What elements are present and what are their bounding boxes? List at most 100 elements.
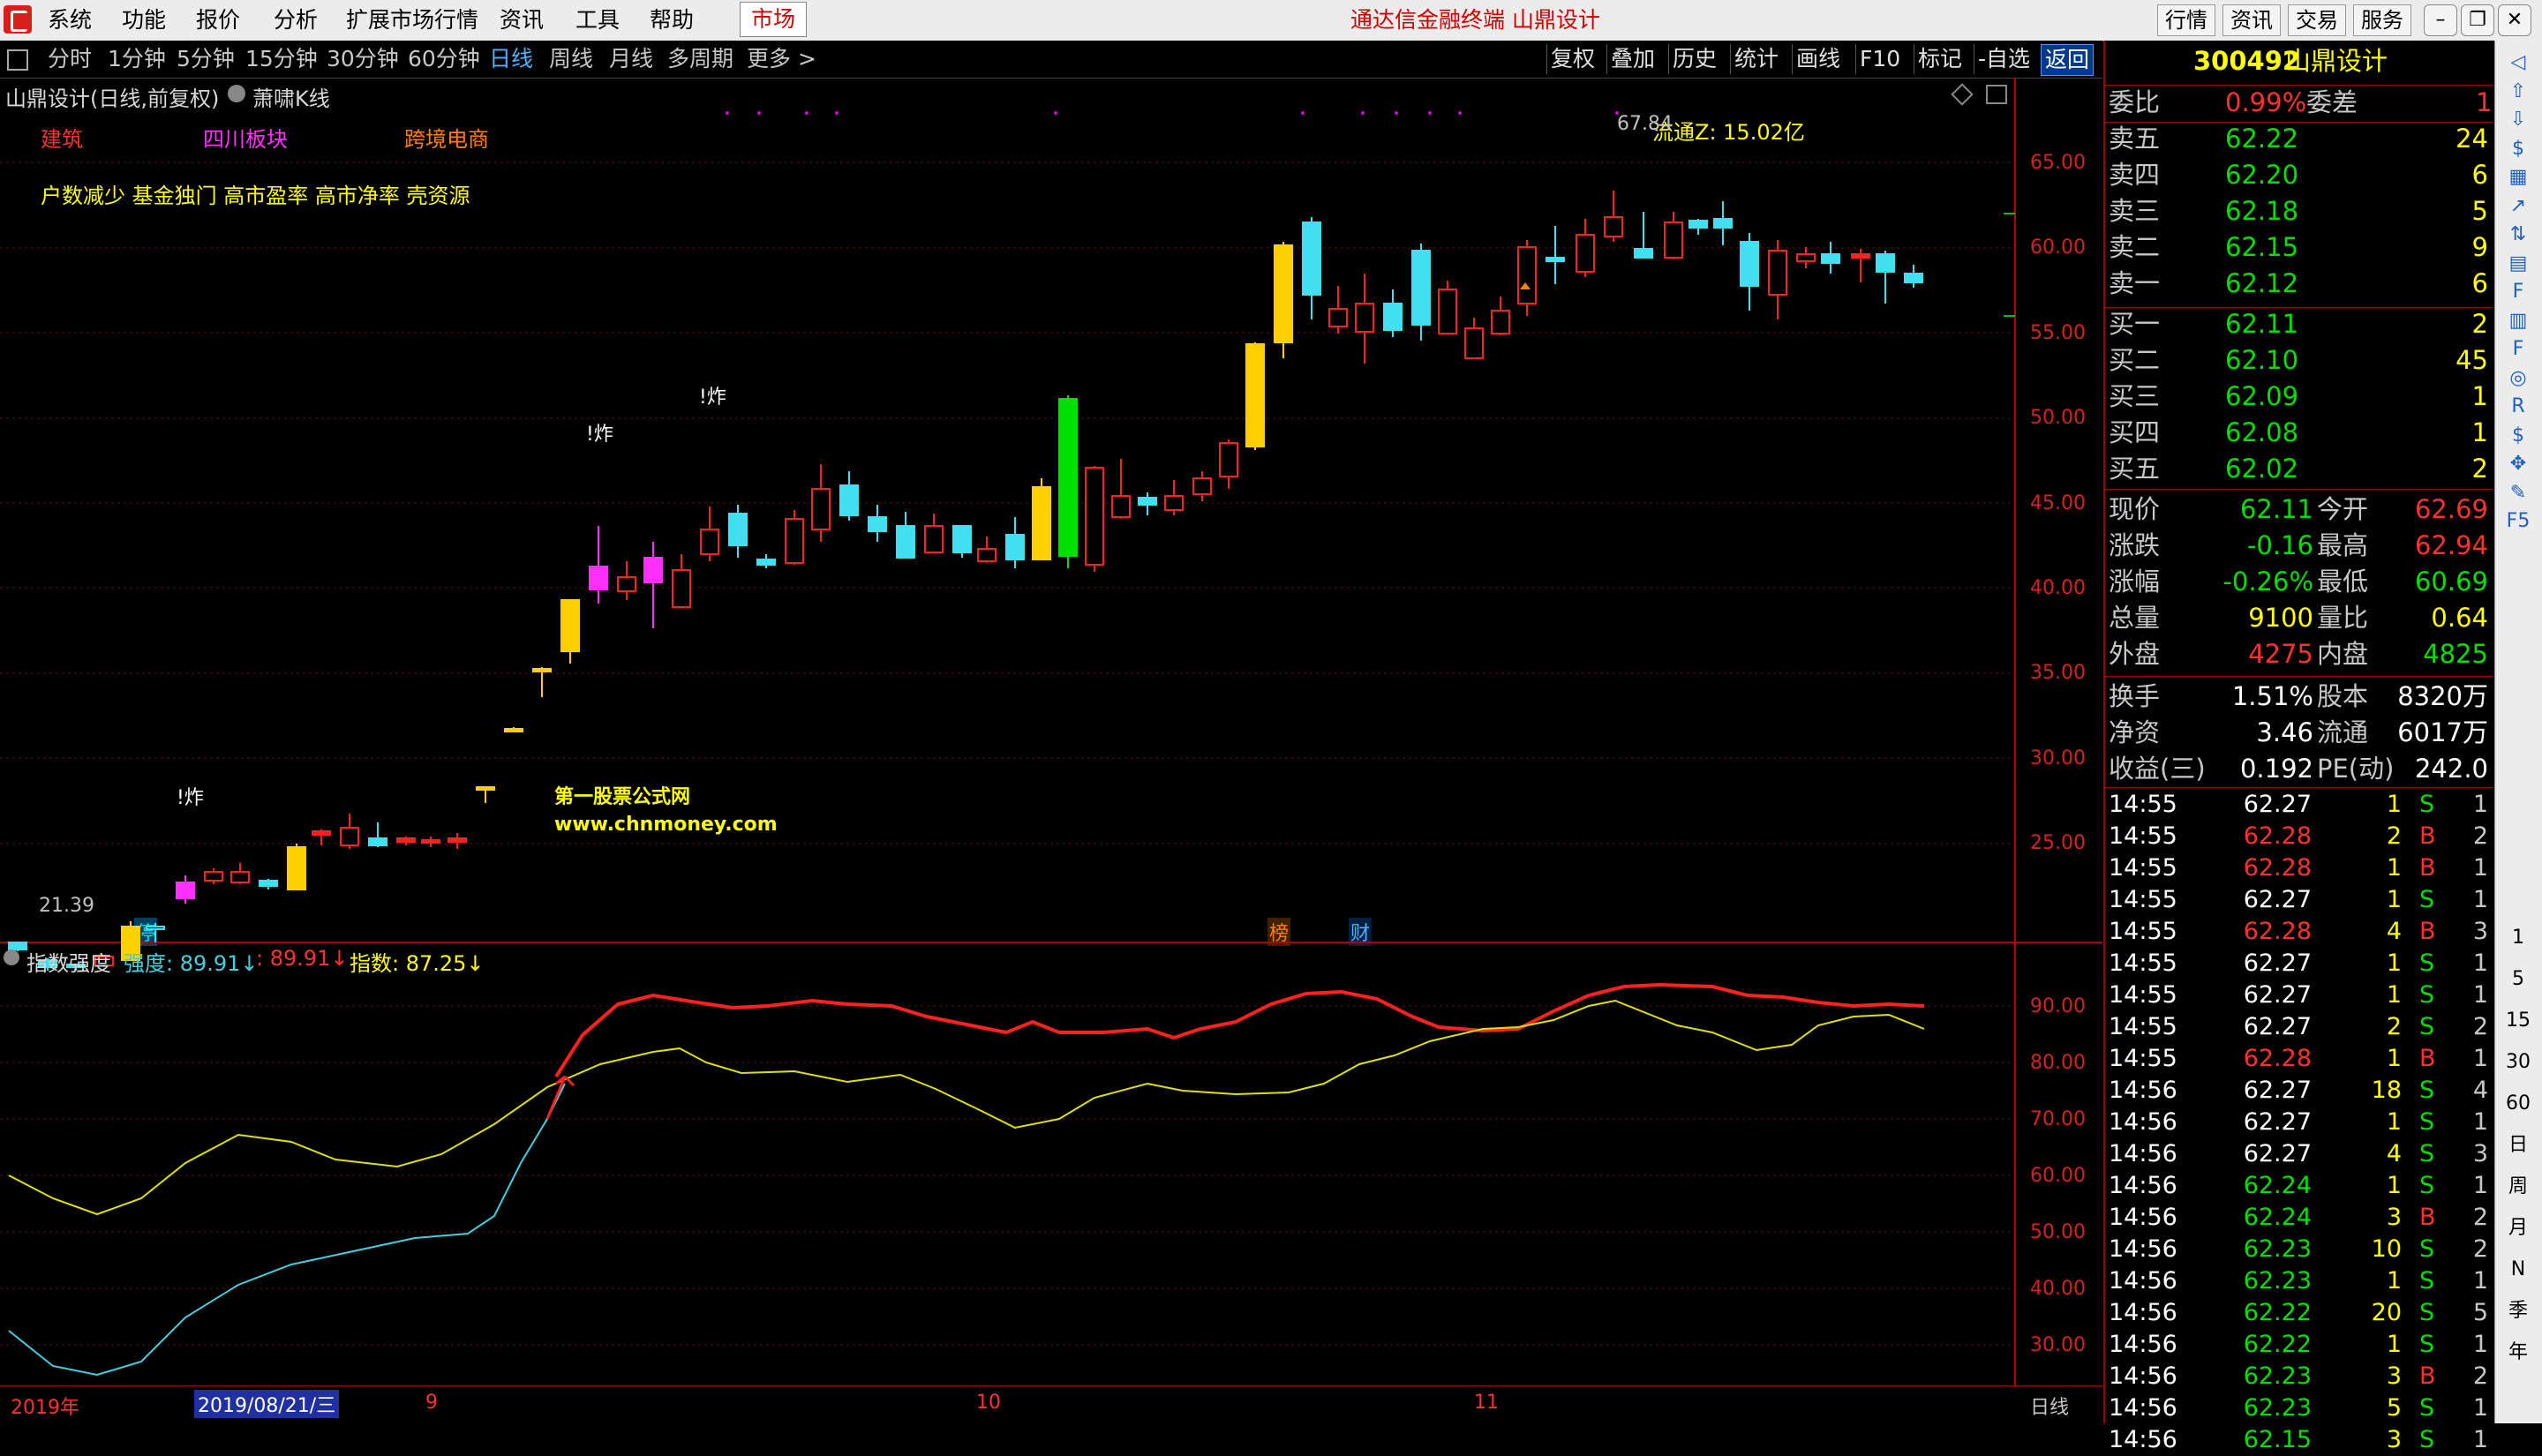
tick-row[interactable]: 14:56 62.23 3 B 2 (2105, 1361, 2493, 1392)
tool-fanhui[interactable]: 返回 (2041, 44, 2095, 76)
tick-row[interactable]: 14:56 62.23 5 S 1 (2105, 1392, 2493, 1424)
candle-body[interactable] (1328, 308, 1348, 327)
candle-body[interactable] (1032, 486, 1051, 560)
tool-zixuan[interactable]: -自选 (1974, 44, 2034, 74)
tick-row[interactable]: 14:55 62.27 1 S 1 (2105, 948, 2493, 979)
candle-body[interactable] (532, 668, 552, 672)
candle-body[interactable] (1491, 310, 1510, 334)
tool-biaoji[interactable]: 标记 (1914, 44, 1966, 74)
f10-icon[interactable]: F (2502, 277, 2534, 307)
tick-row[interactable]: 14:55 62.27 1 S 1 (2105, 789, 2493, 821)
candle-body[interactable] (1634, 248, 1653, 259)
tick-row[interactable]: 14:56 62.27 4 S 3 (2105, 1138, 2493, 1170)
indicator-menu-icon[interactable] (4, 949, 19, 965)
candle-body[interactable] (1192, 477, 1212, 495)
candle-body[interactable] (1740, 241, 1759, 287)
sell-level[interactable]: 卖三 62.18 5 (2105, 194, 2493, 228)
rsi-icon[interactable]: R (2502, 392, 2534, 422)
candle-body[interactable] (204, 871, 223, 882)
candle-body[interactable] (617, 576, 636, 592)
minimize-icon[interactable]: – (2424, 4, 2457, 36)
candle-body[interactable] (756, 559, 776, 566)
candle-body[interactable] (447, 837, 467, 843)
candle-body[interactable] (1688, 220, 1708, 229)
close-icon[interactable]: ✕ (2498, 4, 2531, 36)
menu-quote[interactable]: 报价 (196, 4, 240, 37)
restore-icon[interactable]: ❐ (2461, 4, 2494, 36)
menu-function[interactable]: 功能 (122, 4, 166, 37)
period-shortcut[interactable]: N (2502, 1255, 2534, 1285)
candle-body[interactable] (230, 871, 250, 883)
candle-body[interactable] (1517, 246, 1537, 304)
candle-body[interactable] (1005, 534, 1025, 560)
period-1min[interactable]: 1分钟 (108, 44, 166, 74)
candle-body[interactable] (896, 525, 915, 559)
candle-body[interactable] (1438, 289, 1457, 334)
panel-toggle-icon[interactable] (7, 49, 28, 71)
candle-body[interactable] (1821, 253, 1840, 264)
fig-icon[interactable]: F (2502, 334, 2534, 364)
period-daily[interactable]: 日线 (489, 44, 533, 74)
money-icon[interactable]: $ (2502, 421, 2534, 451)
tool-f10[interactable]: F10 (1855, 44, 1904, 74)
sell-level[interactable]: 卖一 62.12 6 (2105, 266, 2493, 300)
period-shortcut[interactable]: 15 (2502, 1006, 2534, 1036)
tick-row[interactable]: 14:56 62.24 1 S 1 (2105, 1170, 2493, 1202)
candle-body[interactable] (924, 525, 944, 553)
candle-body[interactable] (1383, 303, 1403, 331)
circle-icon[interactable]: ◎ (2502, 364, 2534, 394)
candle-body[interactable] (1876, 253, 1895, 273)
candle-body[interactable] (1138, 497, 1157, 506)
list-icon[interactable]: ▤ (2502, 249, 2534, 279)
menu-ext-market[interactable]: 扩展市场行情 (346, 4, 478, 37)
move-icon[interactable]: ✥ (2502, 449, 2534, 479)
candle-body[interactable] (368, 837, 387, 846)
candle-body[interactable] (1245, 343, 1265, 447)
period-shortcut[interactable]: 60 (2502, 1089, 2534, 1119)
tick-row[interactable]: 14:56 62.15 3 S 1 (2105, 1424, 2493, 1456)
candle-body[interactable] (868, 516, 887, 532)
tool-tongji[interactable]: 统计 (1730, 44, 1782, 74)
tick-row[interactable]: 14:55 62.28 1 B 1 (2105, 1043, 2493, 1075)
period-60min[interactable]: 60分钟 (408, 44, 480, 74)
period-shortcut[interactable]: 年 (2502, 1338, 2534, 1368)
grid-icon[interactable]: ▦ (2502, 162, 2534, 192)
candle-body[interactable] (1464, 327, 1484, 359)
period-5min[interactable]: 5分钟 (177, 44, 235, 74)
menu-market[interactable]: 市场 (740, 2, 808, 37)
candle-body[interactable] (340, 827, 359, 846)
period-more[interactable]: 更多 > (747, 44, 816, 74)
candle-body[interactable] (312, 830, 331, 836)
candle-body[interactable] (146, 926, 165, 930)
tool-fuquan[interactable]: 复权 (1546, 44, 1598, 74)
tick-row[interactable]: 14:56 62.22 20 S 5 (2105, 1297, 2493, 1329)
f10-doc-icon[interactable]: ▥ (2502, 306, 2534, 336)
candle-body[interactable] (589, 566, 608, 590)
candle-body[interactable] (259, 880, 278, 887)
btn-jiaoyi[interactable]: 交易 (2288, 4, 2346, 36)
tick-row[interactable]: 14:55 62.28 4 B 3 (2105, 916, 2493, 948)
sell-level[interactable]: 卖二 62.15 9 (2105, 230, 2493, 264)
menu-analysis[interactable]: 分析 (274, 4, 318, 37)
candle-body[interactable] (176, 882, 195, 899)
buy-level[interactable]: 买五 62.02 2 (2105, 452, 2493, 485)
candle-body[interactable] (1111, 495, 1131, 518)
tick-row[interactable]: 14:55 62.27 1 S 1 (2105, 884, 2493, 916)
period-weekly[interactable]: 周线 (549, 44, 593, 74)
tick-row[interactable]: 14:56 62.22 1 S 1 (2105, 1329, 2493, 1361)
candle-body[interactable] (1604, 216, 1623, 237)
candle-body[interactable] (1274, 244, 1293, 343)
btn-zixun[interactable]: 资讯 (2222, 4, 2281, 36)
candle-body[interactable] (1576, 234, 1595, 273)
candle-body[interactable] (1085, 467, 1104, 566)
tick-row[interactable]: 14:56 62.23 1 S 1 (2105, 1265, 2493, 1297)
indicator-pane-name[interactable]: 指数强度 (26, 946, 111, 977)
period-15min[interactable]: 15分钟 (245, 44, 318, 74)
candle-body[interactable] (1768, 250, 1787, 296)
candle-body[interactable] (1664, 221, 1683, 259)
menu-system[interactable]: 系统 (48, 4, 92, 37)
candle-body[interactable] (287, 846, 306, 890)
f5-icon[interactable]: F5 (2502, 507, 2534, 537)
tick-row[interactable]: 14:55 62.27 1 S 1 (2105, 979, 2493, 1011)
candle-body[interactable] (672, 569, 691, 608)
